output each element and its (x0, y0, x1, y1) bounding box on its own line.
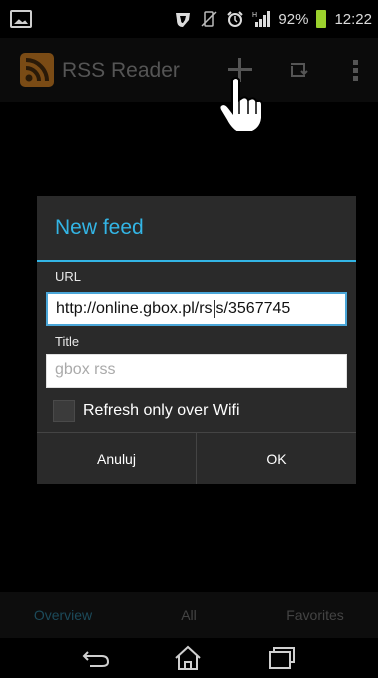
new-feed-dialog: New feed URL http://online.gbox.pl/rs s/3… (37, 196, 356, 484)
pointer-hand-icon (218, 77, 263, 133)
url-field[interactable]: http://online.gbox.pl/rs s/3567745 (46, 292, 347, 326)
tab-all[interactable]: All (126, 592, 252, 638)
navigation-bar (0, 638, 378, 678)
back-button[interactable] (76, 644, 116, 672)
clock: 12:22 (334, 10, 372, 28)
refresh-wifi-label: Refresh only over Wifi (83, 402, 240, 419)
battery-icon (316, 10, 327, 28)
image-notification-icon (10, 10, 32, 28)
refresh-button[interactable] (282, 54, 314, 86)
status-bar: H 92% 12:22 (0, 0, 378, 38)
dialog-title-divider (37, 260, 356, 262)
tab-favorites[interactable]: Favorites (252, 592, 378, 638)
url-text-before-caret: http://online.gbox.pl/rs (56, 300, 213, 318)
rss-logo-icon (20, 53, 54, 87)
refresh-wifi-option[interactable]: Refresh only over Wifi (46, 398, 240, 424)
app-title: RSS Reader (62, 59, 180, 82)
title-placeholder: gbox rss (55, 361, 116, 378)
title-field[interactable]: gbox rss (46, 354, 347, 388)
battery-percent: 92% (278, 10, 309, 28)
home-button[interactable] (168, 644, 208, 672)
title-label: Title (55, 334, 80, 349)
svg-text:H: H (252, 12, 257, 19)
refresh-wifi-checkbox[interactable] (53, 400, 75, 422)
url-label: URL (55, 269, 82, 284)
overflow-menu-icon (353, 60, 358, 65)
overflow-menu-button[interactable] (340, 54, 372, 86)
dialog-title: New feed (55, 216, 144, 239)
overflow-menu-dot (353, 76, 358, 81)
cancel-button[interactable]: Anuluj (37, 433, 196, 484)
shield-icon (176, 13, 191, 27)
url-text-after-caret: s/3567745 (215, 300, 291, 318)
signal-icon: H (252, 11, 271, 27)
status-icons: H 92% 12:22 (174, 8, 372, 30)
recent-apps-button[interactable] (260, 644, 300, 672)
tab-bar: Overview All Favorites (0, 592, 378, 638)
ok-button[interactable]: OK (197, 433, 356, 484)
vibrate-off-icon (201, 11, 217, 27)
back-icon (82, 651, 110, 667)
home-icon (175, 645, 201, 670)
recent-apps-icon (269, 647, 295, 669)
alarm-icon (227, 11, 244, 27)
tab-overview[interactable]: Overview (0, 592, 126, 638)
overflow-menu-dot (353, 68, 358, 73)
text-caret (213, 300, 215, 318)
action-bar: RSS Reader (0, 38, 378, 102)
refresh-icon (291, 63, 308, 77)
